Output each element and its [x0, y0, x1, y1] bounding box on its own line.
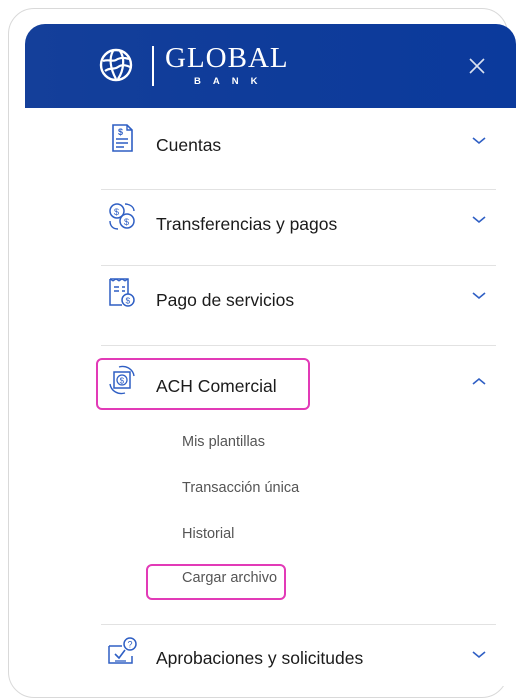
- globe-icon: [99, 48, 133, 82]
- svg-text:$: $: [114, 207, 119, 217]
- chevron-down-icon[interactable]: [471, 650, 487, 660]
- svg-text:$: $: [120, 377, 125, 386]
- approval-icon: ?: [108, 637, 137, 664]
- ach-cycle-icon: $: [109, 365, 135, 395]
- statement-icon: $: [112, 124, 133, 152]
- menu-item-aprobaciones[interactable]: ? Aprobaciones y solicitudes: [101, 636, 496, 686]
- svg-text:$: $: [126, 296, 131, 306]
- chevron-up-icon[interactable]: [471, 376, 487, 386]
- menu-item-label: Cuentas: [156, 135, 222, 155]
- money-transfer-icon: $ $: [109, 203, 135, 230]
- submenu-transaccion-unica[interactable]: Transacción única: [182, 480, 299, 496]
- menu-item-ach-comercial[interactable]: $ ACH Comercial: [101, 360, 496, 432]
- divider: [101, 189, 496, 190]
- svg-text:$: $: [118, 127, 123, 137]
- submenu-mis-plantillas[interactable]: Mis plantillas: [182, 434, 265, 450]
- chevron-down-icon[interactable]: [471, 215, 487, 225]
- menu-item-pago-servicios[interactable]: $ Pago de servicios: [101, 270, 496, 346]
- submenu-cargar-archivo[interactable]: Cargar archivo: [182, 570, 277, 586]
- menu-item-cuentas[interactable]: $ Cuentas: [101, 120, 496, 192]
- divider: [101, 624, 496, 625]
- menu-item-label: Aprobaciones y solicitudes: [156, 648, 364, 668]
- submenu-historial[interactable]: Historial: [182, 526, 234, 542]
- svg-text:$: $: [124, 217, 129, 227]
- menu-header: GLOBAL BANK: [25, 24, 516, 108]
- side-menu-panel: GLOBAL BANK $ Cuentas $ $ Transferencias…: [25, 24, 516, 686]
- bill-payment-icon: $: [109, 278, 135, 307]
- chevron-down-icon[interactable]: [471, 291, 487, 301]
- svg-text:?: ?: [128, 640, 133, 650]
- menu-item-transferencias[interactable]: $ $ Transferencias y pagos: [101, 192, 496, 266]
- chevron-down-icon[interactable]: [471, 136, 487, 146]
- menu-item-label: Pago de servicios: [156, 290, 295, 310]
- brand-subtitle: BANK: [194, 76, 270, 87]
- brand-name: GLOBAL: [165, 42, 289, 74]
- menu-item-label: ACH Comercial: [156, 376, 277, 396]
- logo-separator: [152, 46, 154, 86]
- divider: [101, 265, 496, 266]
- close-icon[interactable]: [465, 54, 489, 78]
- menu-item-label: Transferencias y pagos: [156, 214, 338, 234]
- divider: [101, 345, 496, 346]
